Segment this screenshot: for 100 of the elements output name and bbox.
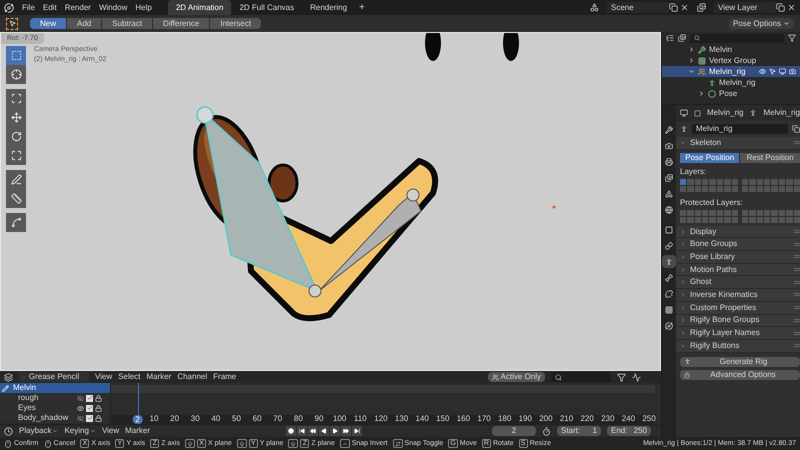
channel-row[interactable]: Body_shadow bbox=[0, 413, 110, 423]
layer-toggle[interactable] bbox=[778, 216, 786, 223]
monitor-icon[interactable] bbox=[779, 68, 786, 75]
layer-toggle[interactable] bbox=[709, 216, 716, 223]
pointer-icon[interactable] bbox=[769, 68, 776, 75]
layer-toggle[interactable] bbox=[756, 186, 764, 192]
layer-toggle[interactable] bbox=[680, 178, 686, 185]
scene-field[interactable]: Scene bbox=[607, 2, 669, 13]
mode-button[interactable]: Intersect bbox=[210, 18, 262, 29]
layer-toggle[interactable] bbox=[716, 210, 724, 216]
start-frame-field[interactable]: Start: 1 bbox=[557, 426, 601, 436]
layer-toggle[interactable] bbox=[687, 178, 694, 185]
current-frame-field[interactable]: 2 bbox=[492, 426, 536, 436]
curve-icon[interactable] bbox=[632, 372, 641, 382]
lock-icon[interactable] bbox=[95, 414, 102, 422]
outliner-row[interactable]: Vertex Group bbox=[662, 55, 800, 66]
layer-toggle[interactable] bbox=[778, 210, 786, 216]
layer-toggle[interactable] bbox=[687, 216, 694, 223]
panel-header[interactable]: Ghost bbox=[676, 276, 800, 290]
menu-item[interactable]: Channel bbox=[177, 373, 208, 381]
ruler-icon[interactable] bbox=[6, 189, 26, 208]
workspace-tab[interactable]: 2D Animation bbox=[168, 0, 232, 15]
layer-toggle[interactable] bbox=[702, 186, 708, 192]
layer-toggle[interactable] bbox=[742, 186, 748, 192]
drag-handle-icon[interactable] bbox=[794, 141, 800, 144]
layer-toggle[interactable] bbox=[764, 186, 770, 192]
menu-item[interactable]: File bbox=[22, 4, 35, 12]
play-icon[interactable] bbox=[330, 426, 340, 436]
layer-toggle[interactable] bbox=[709, 186, 716, 192]
layer-toggle[interactable] bbox=[716, 216, 724, 223]
layer-toggle[interactable] bbox=[756, 210, 764, 216]
transform-icon[interactable] bbox=[6, 89, 26, 108]
menu-item[interactable]: Edit bbox=[42, 4, 57, 12]
layer-toggle[interactable] bbox=[771, 186, 778, 192]
layer-toggle[interactable] bbox=[786, 210, 793, 216]
panel-header[interactable]: Display bbox=[676, 226, 800, 238]
layer-toggle[interactable] bbox=[680, 210, 686, 216]
layer-toggle[interactable] bbox=[742, 178, 748, 185]
layer-toggle[interactable] bbox=[724, 216, 731, 223]
record-icon[interactable] bbox=[286, 426, 296, 436]
layer-toggle[interactable] bbox=[694, 210, 702, 216]
eye-closed-icon[interactable] bbox=[77, 394, 84, 402]
drag-handle-icon[interactable] bbox=[794, 230, 800, 234]
drag-handle-icon[interactable] bbox=[794, 318, 800, 322]
close-icon[interactable] bbox=[680, 3, 689, 12]
layer-toggle[interactable] bbox=[716, 186, 724, 192]
generate-rig-button[interactable]: Generate Rig bbox=[680, 356, 800, 367]
select-box-icon[interactable] bbox=[6, 46, 26, 65]
panel-header[interactable]: Motion Paths bbox=[676, 264, 800, 276]
copy-icon[interactable] bbox=[669, 3, 678, 12]
channel-row[interactable]: Melvin bbox=[0, 383, 110, 393]
checkbox[interactable] bbox=[86, 414, 93, 422]
layer-toggle[interactable] bbox=[709, 210, 716, 216]
drag-handle-icon[interactable] bbox=[794, 332, 800, 335]
search-field[interactable] bbox=[551, 372, 611, 382]
layer-toggle[interactable] bbox=[724, 186, 731, 192]
close-icon[interactable] bbox=[787, 3, 796, 12]
layer-toggle[interactable] bbox=[709, 178, 716, 185]
drag-handle-icon[interactable] bbox=[794, 306, 800, 310]
layer-toggle[interactable] bbox=[764, 178, 770, 185]
mode-button[interactable]: Subtract bbox=[102, 18, 152, 29]
checkbox[interactable] bbox=[86, 394, 93, 402]
panel-header[interactable]: Skeleton bbox=[676, 137, 800, 150]
search-field[interactable] bbox=[690, 34, 784, 42]
layer-toggle[interactable] bbox=[694, 216, 702, 223]
layer-toggle[interactable] bbox=[794, 216, 800, 223]
panel-header[interactable]: Pose Library bbox=[676, 251, 800, 264]
advanced-options-button[interactable]: Advanced Options bbox=[680, 370, 800, 380]
outliner-row[interactable]: Melvin_rig bbox=[662, 66, 800, 77]
panel-header[interactable]: Rigify Layer Names bbox=[676, 327, 800, 340]
drag-handle-icon[interactable] bbox=[794, 268, 800, 272]
panel-header[interactable]: Rigify Buttons bbox=[676, 340, 800, 353]
position-toggle[interactable]: Pose Position bbox=[680, 152, 740, 163]
menu-item[interactable]: View bbox=[102, 427, 120, 435]
previous-keyframe-icon[interactable] bbox=[308, 426, 318, 436]
menu-dropdown[interactable]: Keying bbox=[64, 427, 96, 435]
outliner-row[interactable]: Melvin_rig bbox=[662, 77, 800, 88]
layer-toggle[interactable] bbox=[687, 210, 694, 216]
drag-handle-icon[interactable] bbox=[794, 242, 800, 246]
layer-toggle[interactable] bbox=[786, 178, 793, 185]
mode-dropdown[interactable]: Grease Pencil bbox=[19, 372, 89, 382]
layer-toggle[interactable] bbox=[702, 210, 708, 216]
copy-icon[interactable] bbox=[776, 3, 785, 12]
drag-handle-icon[interactable] bbox=[794, 280, 800, 284]
layer-toggle[interactable] bbox=[724, 210, 731, 216]
layer-toggle[interactable] bbox=[694, 186, 702, 192]
images-icon[interactable] bbox=[678, 34, 686, 42]
view-layer-field[interactable]: View Layer bbox=[714, 2, 776, 13]
active-only-toggle[interactable]: Active Only bbox=[488, 372, 545, 382]
menu-item[interactable]: Frame bbox=[213, 373, 236, 381]
copy-icon[interactable] bbox=[792, 125, 800, 133]
menu-item[interactable]: Select bbox=[118, 373, 140, 381]
camera-icon[interactable] bbox=[789, 68, 796, 75]
layer-toggle[interactable] bbox=[778, 178, 786, 185]
panel-header[interactable]: Inverse Kinematics bbox=[676, 289, 800, 302]
panel-header[interactable]: Bone Groups bbox=[676, 238, 800, 252]
frame-ruler[interactable] bbox=[111, 415, 655, 424]
crosshair-icon[interactable] bbox=[6, 65, 26, 84]
panel-header[interactable]: Custom Properties bbox=[676, 302, 800, 314]
layer-toggle[interactable] bbox=[794, 178, 800, 185]
